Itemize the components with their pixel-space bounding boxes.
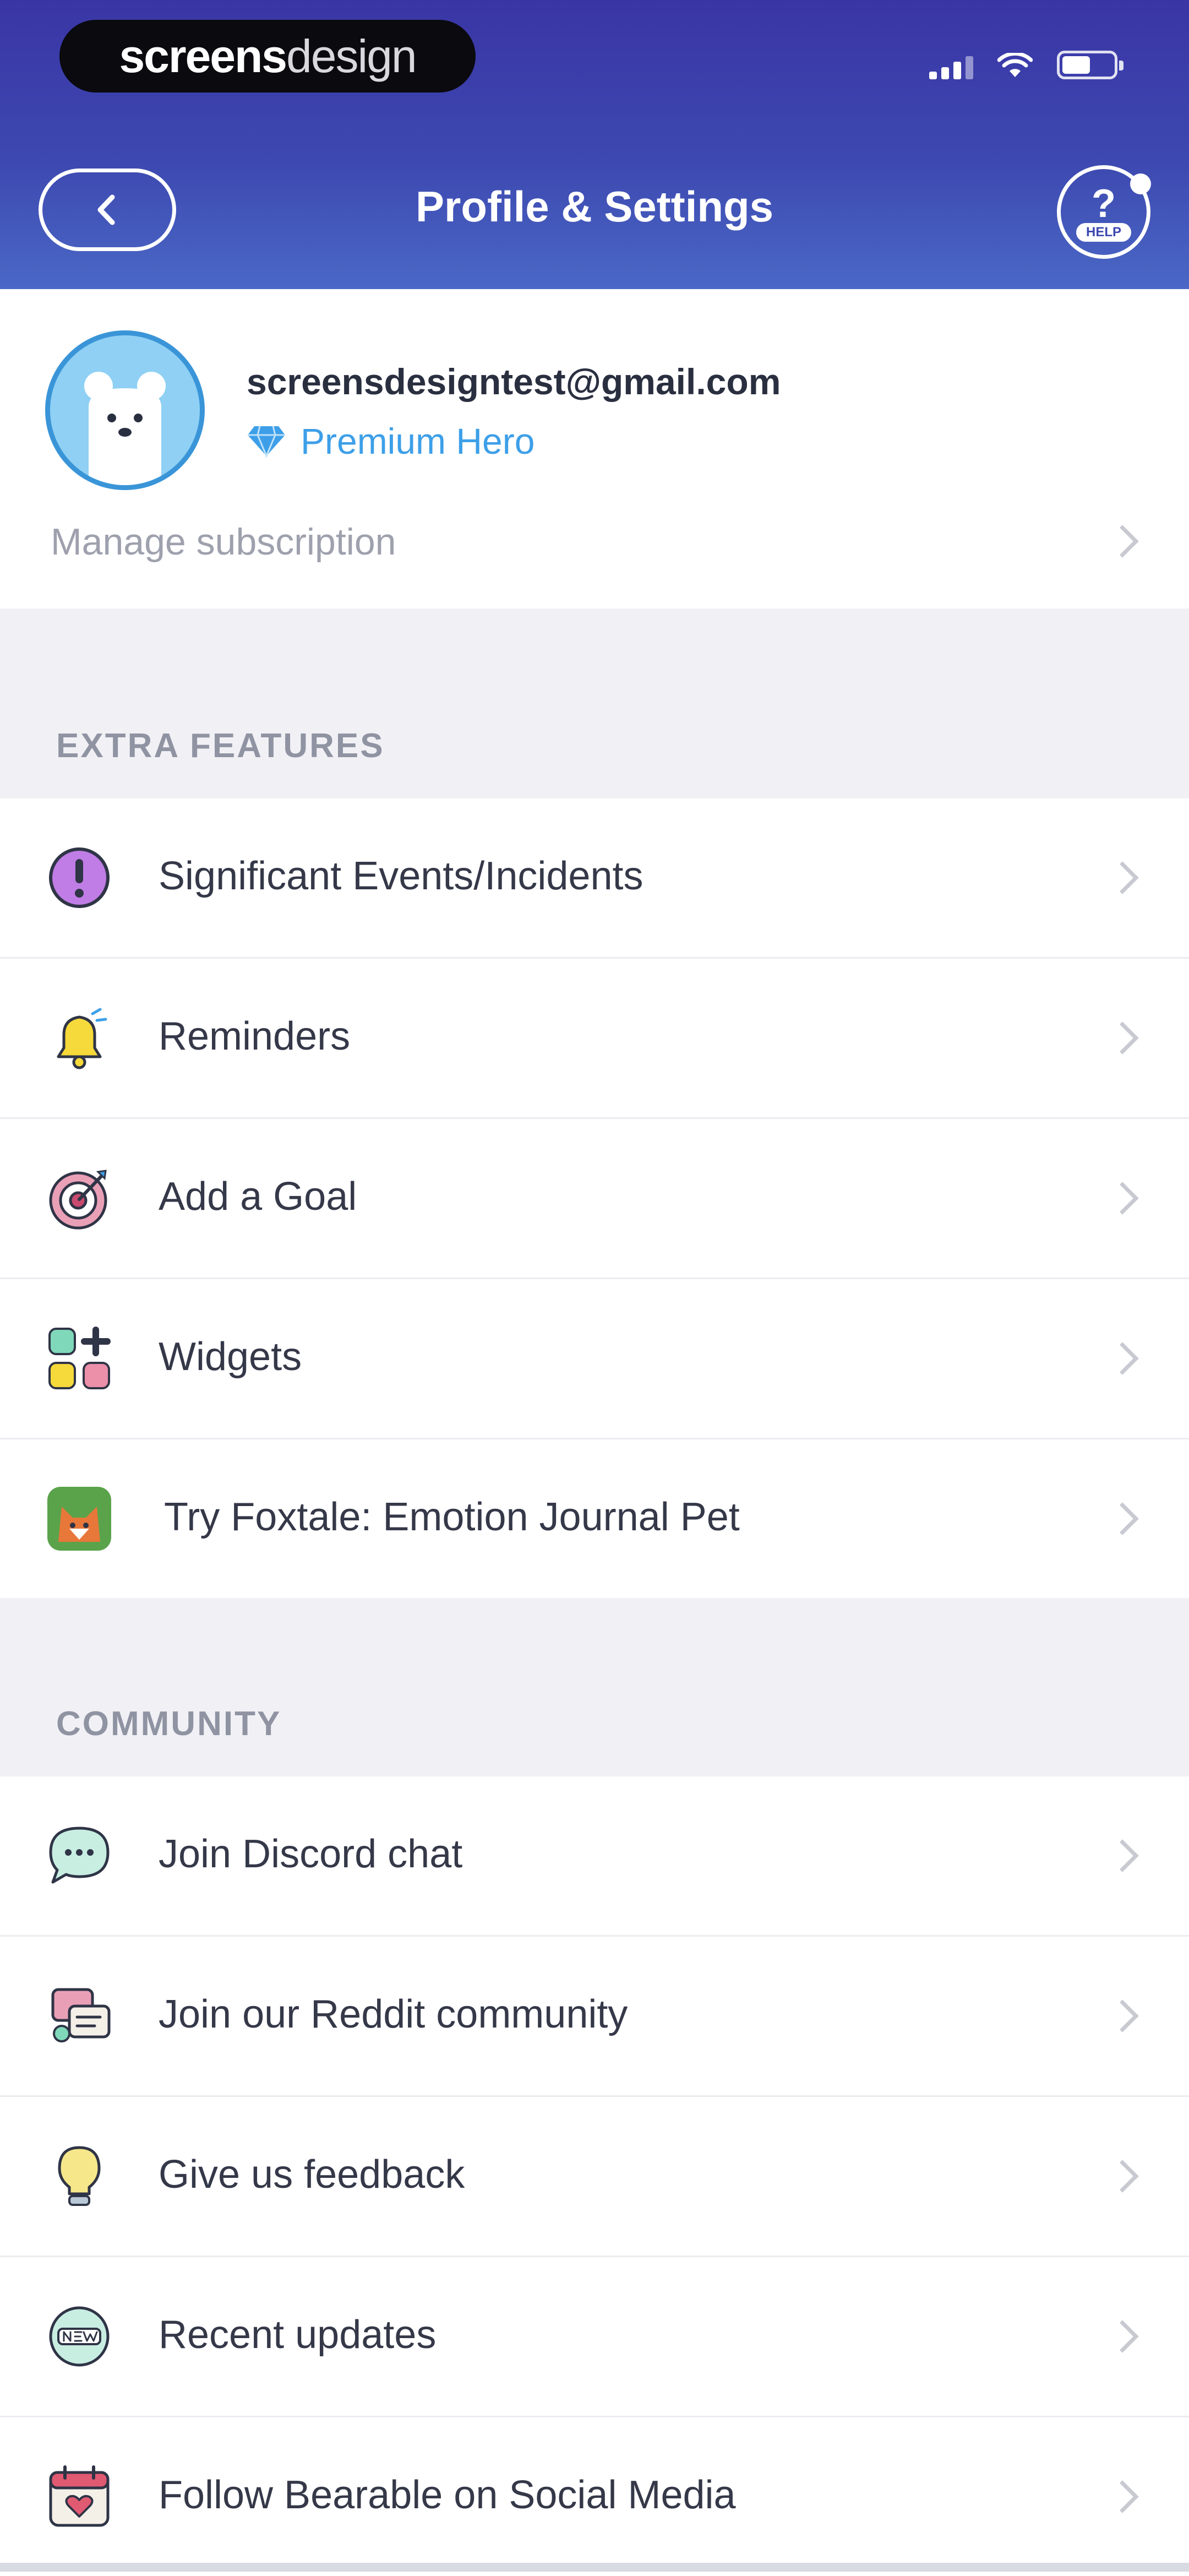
list-item-label: Join Discord chat [159, 1832, 462, 1877]
list-item-label: Widgets [159, 1334, 302, 1379]
chevron-right-icon [1106, 2160, 1138, 2192]
community-icon [45, 1982, 113, 2050]
calendar-heart-icon [45, 2463, 113, 2531]
section-title: EXTRA FEATURES [56, 726, 385, 765]
app-header: screensdesign Profile & Settings ? HELP [0, 0, 1189, 289]
page-title: Profile & Settings [0, 182, 1189, 232]
signal-icon [929, 56, 973, 79]
manage-subscription-label: Manage subscription [51, 520, 396, 563]
extra-features-list: Significant Events/Incidents Reminders A… [0, 798, 1189, 1598]
list-item-label: Add a Goal [159, 1174, 357, 1219]
list-item-label: Join our Reddit community [159, 1992, 628, 2037]
list-item-reddit[interactable]: Join our Reddit community [0, 1937, 1189, 2097]
target-icon [45, 1164, 113, 1232]
list-item-label: Give us feedback [159, 2152, 465, 2197]
bottom-edge [0, 2563, 1189, 2572]
list-item-significant-events[interactable]: Significant Events/Incidents [0, 798, 1189, 959]
list-item-reminders[interactable]: Reminders [0, 959, 1189, 1119]
lightbulb-icon [45, 2142, 113, 2210]
list-item-discord[interactable]: Join Discord chat [0, 1776, 1189, 1937]
help-button[interactable]: ? HELP [1057, 165, 1150, 259]
foxtale-app-icon [45, 1485, 113, 1553]
list-item-label: Try Foxtale: Emotion Journal Pet [164, 1494, 740, 1540]
chevron-right-icon [1106, 1999, 1138, 2032]
diamond-icon [247, 424, 286, 458]
chevron-right-icon [1106, 2480, 1138, 2513]
chevron-right-icon [1106, 1021, 1138, 1054]
brand-light-text: design [286, 30, 416, 83]
status-icons [929, 51, 1117, 79]
chevron-right-icon [1106, 2320, 1138, 2352]
watermark-pill: screensdesign [59, 20, 476, 93]
chevron-right-icon [1106, 525, 1138, 557]
list-item-widgets[interactable]: Widgets [0, 1279, 1189, 1439]
manage-subscription-row[interactable]: Manage subscription [0, 493, 1189, 589]
avatar[interactable] [45, 330, 205, 490]
bear-avatar-icon [50, 335, 200, 485]
chevron-right-icon [1106, 1342, 1138, 1374]
alert-icon [45, 844, 113, 912]
help-tag: HELP [1076, 223, 1131, 242]
bell-icon [45, 1004, 113, 1072]
widgets-icon [45, 1324, 113, 1393]
battery-icon [1057, 51, 1117, 79]
list-item-add-goal[interactable]: Add a Goal [0, 1119, 1189, 1279]
list-item-label: Recent updates [159, 2312, 436, 2357]
notification-dot [1130, 173, 1151, 194]
list-item-social-media[interactable]: Follow Bearable on Social Media [0, 2417, 1189, 2576]
chevron-right-icon [1106, 1182, 1138, 1214]
new-badge-icon [45, 2302, 113, 2371]
community-header: COMMUNITY [0, 1591, 1189, 1776]
list-item-recent-updates[interactable]: Recent updates [0, 2257, 1189, 2417]
list-item-label: Significant Events/Incidents [159, 854, 643, 899]
chevron-right-icon [1106, 1839, 1138, 1872]
chat-bubble-icon [45, 1822, 113, 1890]
extra-features-header: EXTRA FEATURES [0, 608, 1189, 798]
list-item-foxtale[interactable]: Try Foxtale: Emotion Journal Pet [0, 1439, 1189, 1598]
community-list: Join Discord chat Join our Reddit commun… [0, 1776, 1189, 2576]
account-email: screensdesigntest@gmail.com [247, 361, 781, 403]
profile-card: screensdesigntest@gmail.com Premium Hero… [0, 289, 1189, 608]
list-item-feedback[interactable]: Give us feedback [0, 2097, 1189, 2257]
wifi-icon [997, 53, 1033, 79]
brand-bold-text: screens [119, 30, 286, 83]
chevron-right-icon [1106, 861, 1138, 894]
list-item-label: Reminders [159, 1014, 350, 1059]
chevron-right-icon [1106, 1502, 1138, 1535]
section-title: COMMUNITY [56, 1704, 281, 1743]
plan-badge: Premium Hero [247, 420, 534, 462]
list-item-label: Follow Bearable on Social Media [159, 2472, 736, 2518]
plan-label: Premium Hero [301, 420, 534, 462]
